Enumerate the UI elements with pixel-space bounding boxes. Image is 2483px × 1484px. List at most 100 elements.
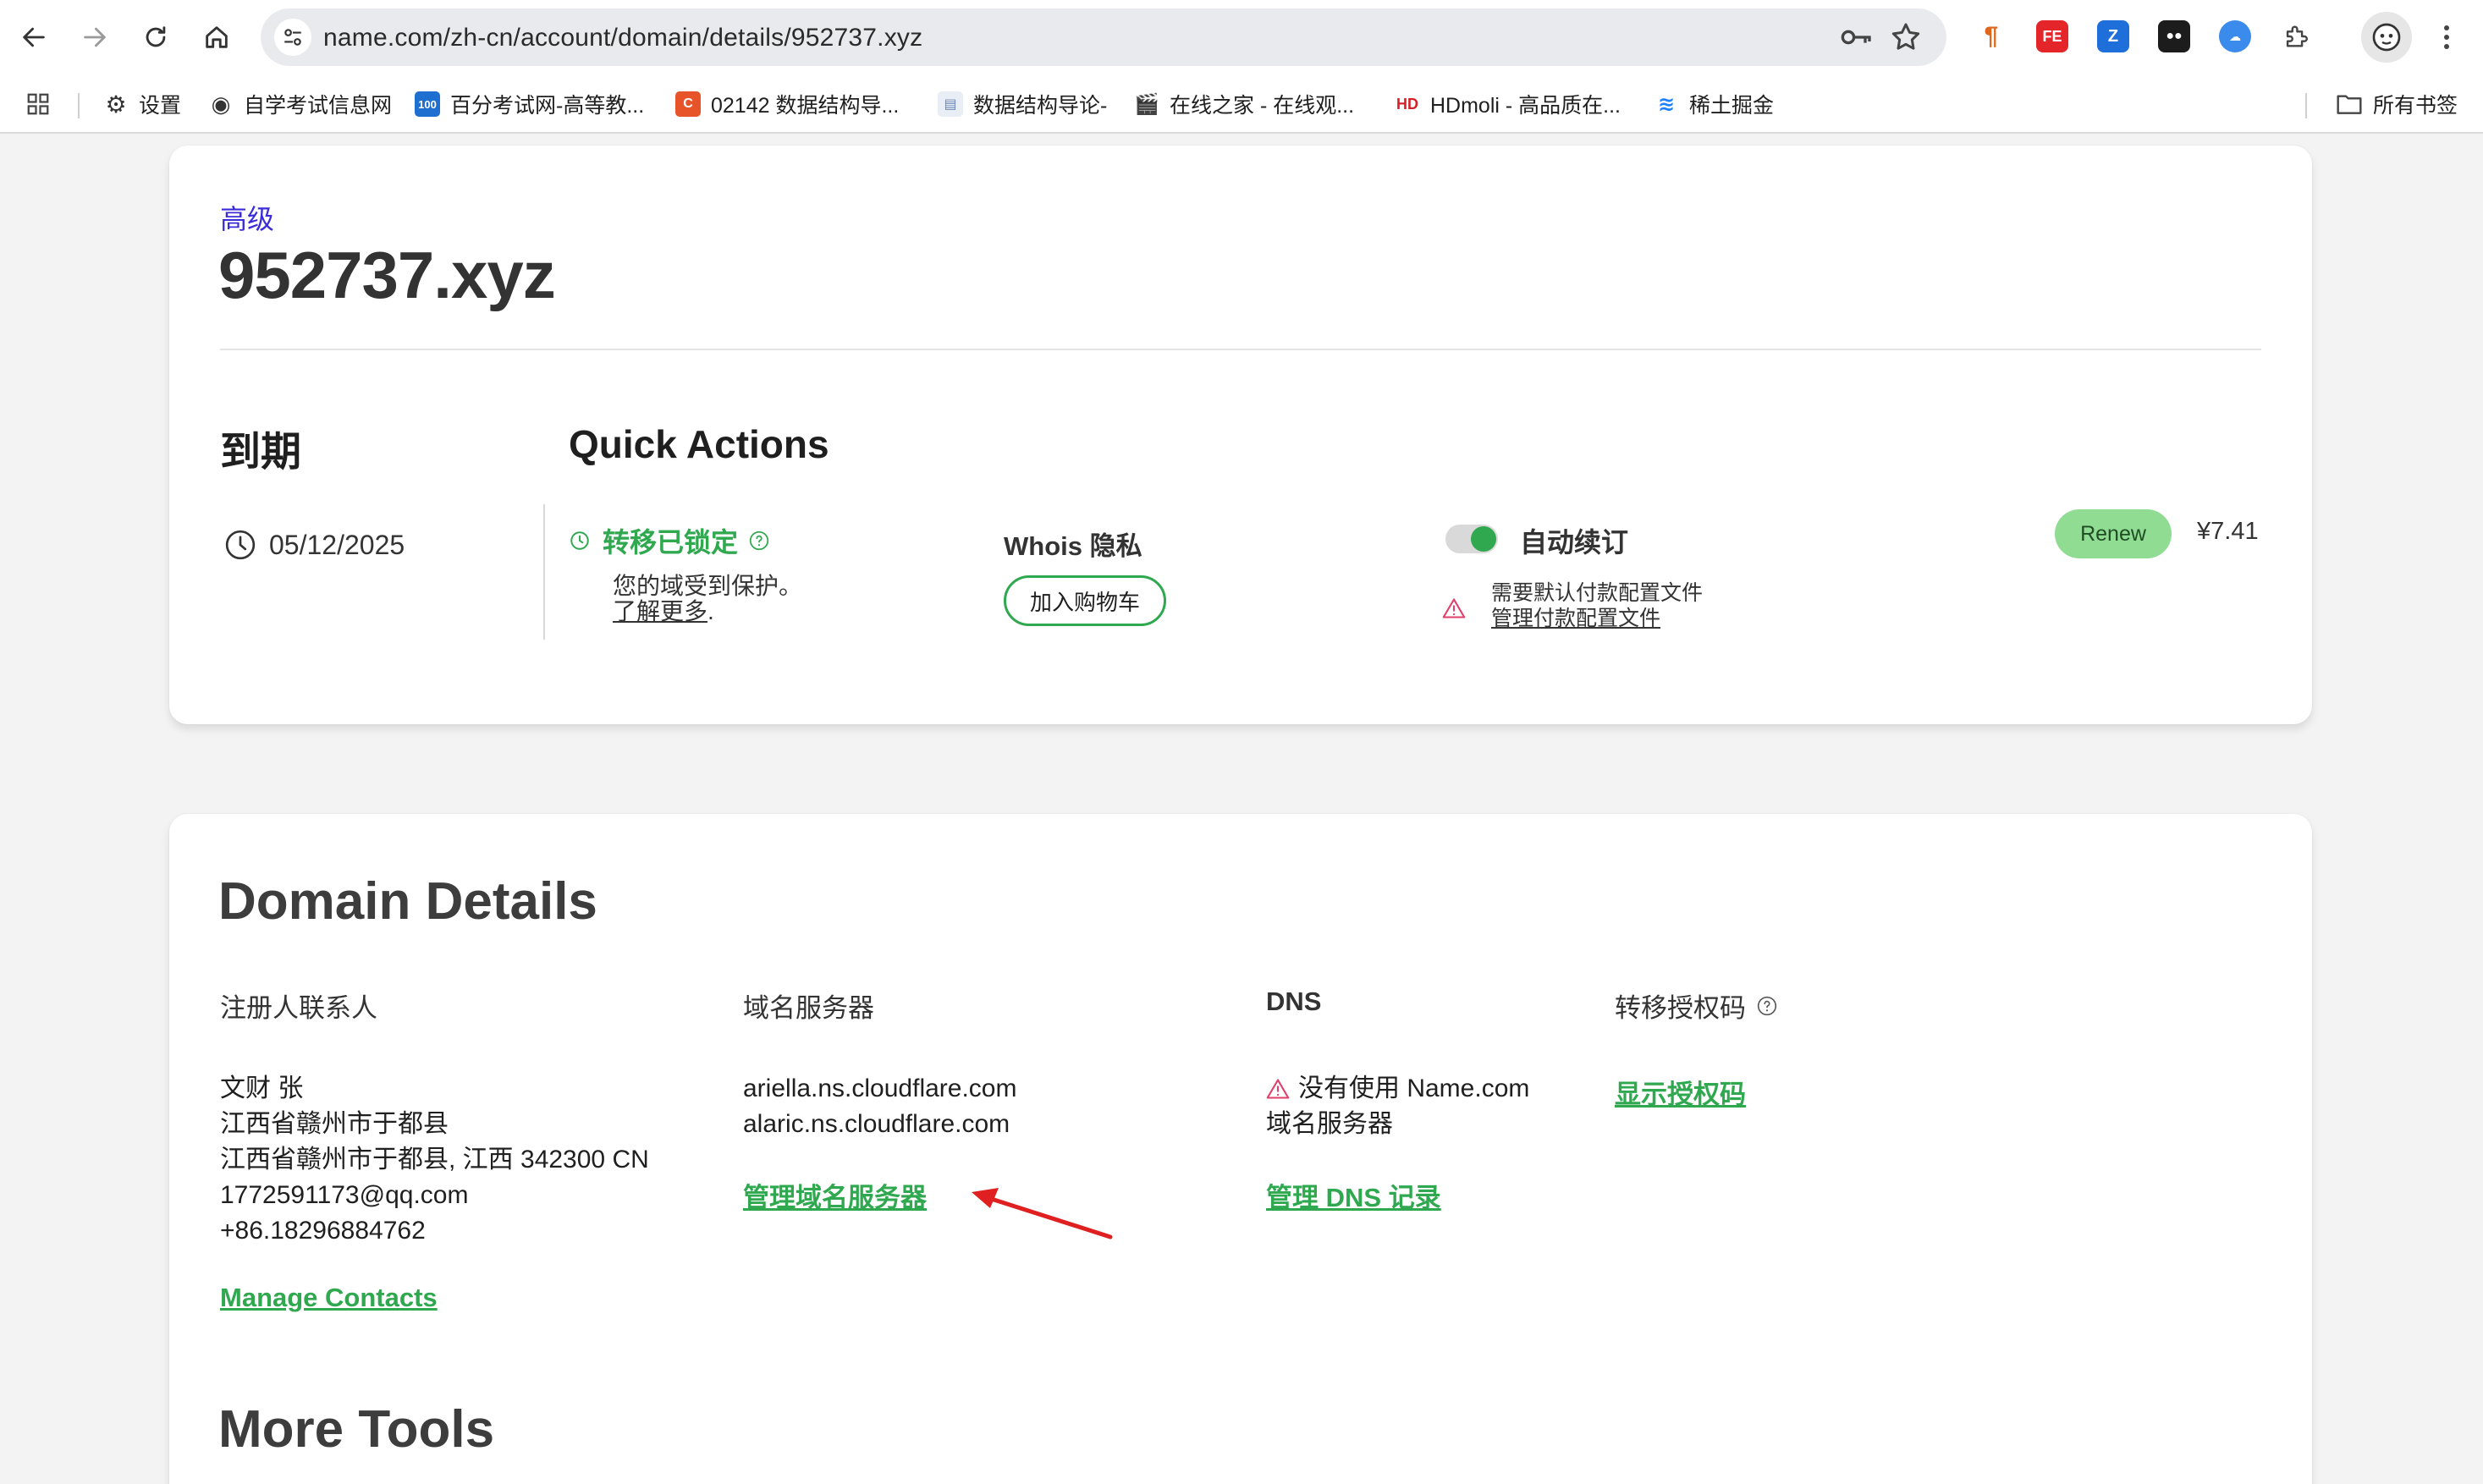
auth-code-heading-text: 转移授权码	[1615, 993, 1746, 1023]
key-icon[interactable]	[1840, 22, 1874, 52]
bookmark-settings[interactable]: ⚙ 设置	[103, 90, 181, 118]
bookmark-label: 设置	[139, 94, 182, 118]
cloud-extension-icon[interactable]: ☁	[2219, 20, 2251, 52]
dns-status: 没有使用 Name.com 域名服务器	[1266, 1071, 1529, 1142]
gear-icon: ⚙	[105, 91, 127, 118]
puzzle-icon	[2286, 25, 2308, 47]
z-extension-icon[interactable]: Z	[2097, 20, 2129, 52]
eyes-extension-icon[interactable]: ●●	[2158, 20, 2190, 52]
folder-icon	[2337, 95, 2362, 114]
whois-privacy-title: Whois 隐私	[1004, 531, 1142, 561]
renew-button[interactable]: Renew	[2055, 509, 2172, 558]
expiry-heading: 到期	[220, 430, 302, 475]
manage-payment-profile-link[interactable]: 管理付款配置文件	[1491, 606, 1703, 631]
tune-icon	[284, 29, 301, 46]
registrant-address-line: 江西省赣州市于都县, 江西 342300 CN	[220, 1146, 649, 1173]
domain-details-card: Domain Details 注册人联系人 文财 张 江西省赣州市于都县 江西省…	[169, 814, 2312, 1484]
dns-warning-text: 域名服务器	[1266, 1110, 1393, 1138]
browser-toolbar: name.com/zh-cn/account/domain/details/95…	[0, 0, 2483, 74]
address-bar[interactable]: name.com/zh-cn/account/domain/details/95…	[261, 8, 1946, 66]
reload-button[interactable]	[137, 19, 174, 56]
help-icon[interactable]	[1756, 995, 1778, 1017]
auth-code-heading: 转移授权码	[1615, 987, 1778, 1025]
transfer-lock-description: 您的域受到保护。 了解更多.	[613, 574, 802, 624]
all-bookmarks-label: 所有书签	[2373, 94, 2458, 118]
bookmark-label: HDmoli - 高品质在...	[1430, 94, 1621, 118]
manage-nameservers-link[interactable]: 管理域名服务器	[743, 1176, 927, 1214]
site-settings-button[interactable]	[274, 19, 311, 56]
bookmarks-separator	[78, 93, 80, 118]
learn-more-suffix: .	[707, 598, 714, 624]
bookmark-02142[interactable]: C 02142 数据结构导...	[675, 90, 899, 118]
globe-icon: ◉	[211, 91, 231, 117]
paragraph-extension-icon[interactable]: ¶	[1975, 20, 2007, 52]
site-c-icon: C	[675, 91, 701, 117]
dns-heading: DNS	[1266, 987, 1322, 1016]
nameserver-item: ariella.ns.cloudflare.com	[743, 1075, 1017, 1102]
home-icon	[206, 26, 228, 48]
bookmark-zikao[interactable]: ◉ 自学考试信息网	[208, 90, 392, 118]
payment-profile-warning: 需要默认付款配置文件 管理付款配置文件	[1491, 580, 1703, 631]
arrow-right-icon	[84, 27, 106, 47]
forward-button[interactable]	[76, 19, 113, 56]
back-button[interactable]	[15, 19, 52, 56]
extensions-button[interactable]	[2280, 20, 2312, 52]
learn-more-link[interactable]: 了解更多	[613, 598, 707, 624]
registrant-phone: +86.18296884762	[220, 1217, 426, 1245]
nameservers-list: ariella.ns.cloudflare.com alaric.ns.clou…	[743, 1071, 1016, 1142]
bookmark-label: 02142 数据结构导...	[711, 94, 900, 118]
clapper-icon: 🎬	[1134, 92, 1159, 116]
domain-tier: 高级	[220, 204, 275, 234]
bookmark-label: 自学考试信息网	[244, 94, 393, 118]
clock-icon	[225, 530, 256, 560]
auto-renew-toggle[interactable]	[1445, 525, 1498, 553]
registrant-info: 文财 张 江西省赣州市于都县 江西省赣州市于都县, 江西 342300 CN 1…	[220, 1071, 649, 1249]
juejin-icon: ≋	[1657, 92, 1676, 116]
bookmark-datastructure[interactable]: ▤ 数据结构导论-	[938, 90, 1107, 118]
quick-actions-heading: Quick Actions	[569, 422, 829, 466]
divider	[543, 504, 545, 640]
registrant-heading: 注册人联系人	[220, 993, 377, 1023]
transfer-lock-desc-text: 您的域受到保护。	[613, 573, 803, 599]
fe-extension-icon[interactable]: FE	[2036, 20, 2068, 52]
registrant-address-line: 江西省赣州市于都县	[220, 1110, 449, 1138]
transfer-lock-title: 转移已锁定	[603, 527, 739, 558]
bookmarks-separator	[2305, 93, 2307, 118]
url-text[interactable]: name.com/zh-cn/account/domain/details/95…	[323, 24, 922, 52]
bookmark-hdmoli[interactable]: HD HDmoli - 高品质在...	[1395, 90, 1621, 118]
renew-price: ¥7.41	[2197, 518, 2259, 545]
show-auth-code-link[interactable]: 显示授权码	[1615, 1073, 1746, 1111]
warning-icon	[1266, 1079, 1290, 1099]
browser-menu-button[interactable]	[2434, 20, 2459, 54]
apps-grid-icon	[27, 93, 49, 115]
domain-name: 952737.xyz	[218, 238, 556, 312]
expiry-date-text: 05/12/2025	[269, 529, 405, 560]
home-button[interactable]	[198, 19, 235, 56]
bookmarks-bar: ⚙ 设置 ◉ 自学考试信息网 100 百分考试网-高等教... C 02142 …	[0, 74, 2483, 134]
reload-icon	[146, 26, 166, 47]
annotation-arrow-icon	[972, 1188, 1113, 1239]
add-to-cart-button[interactable]: 加入购物车	[1004, 575, 1166, 626]
site-hd-icon: HD	[1396, 95, 1418, 113]
bookmark-juejin[interactable]: ≋ 稀土掘金	[1654, 90, 1774, 118]
profile-avatar[interactable]	[2361, 12, 2412, 63]
manage-dns-records-link[interactable]: 管理 DNS 记录	[1266, 1176, 1441, 1214]
transfer-lock-status: 转移已锁定	[569, 521, 770, 560]
toggle-knob	[1471, 526, 1496, 552]
nameservers-heading: 域名服务器	[743, 993, 874, 1023]
nameserver-item: alaric.ns.cloudflare.com	[743, 1110, 1010, 1138]
dns-warning-text: 没有使用 Name.com	[1298, 1075, 1530, 1102]
manage-contacts-link[interactable]: Manage Contacts	[220, 1283, 438, 1313]
star-icon[interactable]	[1889, 20, 1923, 54]
help-icon[interactable]	[748, 530, 770, 552]
all-bookmarks-button[interactable]: 所有书签	[2336, 90, 2458, 118]
bookmark-baifen[interactable]: 100 百分考试网-高等教...	[415, 90, 644, 118]
payment-warning-text: 需要默认付款配置文件	[1491, 581, 1704, 605]
apps-button[interactable]	[25, 90, 51, 118]
bookmark-label: 在线之家 - 在线观...	[1170, 94, 1355, 118]
avatar-icon	[2372, 23, 2401, 52]
bookmark-label: 数据结构导论-	[973, 94, 1108, 118]
bookmark-zaixian[interactable]: 🎬 在线之家 - 在线观...	[1134, 90, 1354, 118]
warning-icon	[1442, 598, 1466, 618]
more-tools-heading: More Tools	[218, 1400, 495, 1459]
